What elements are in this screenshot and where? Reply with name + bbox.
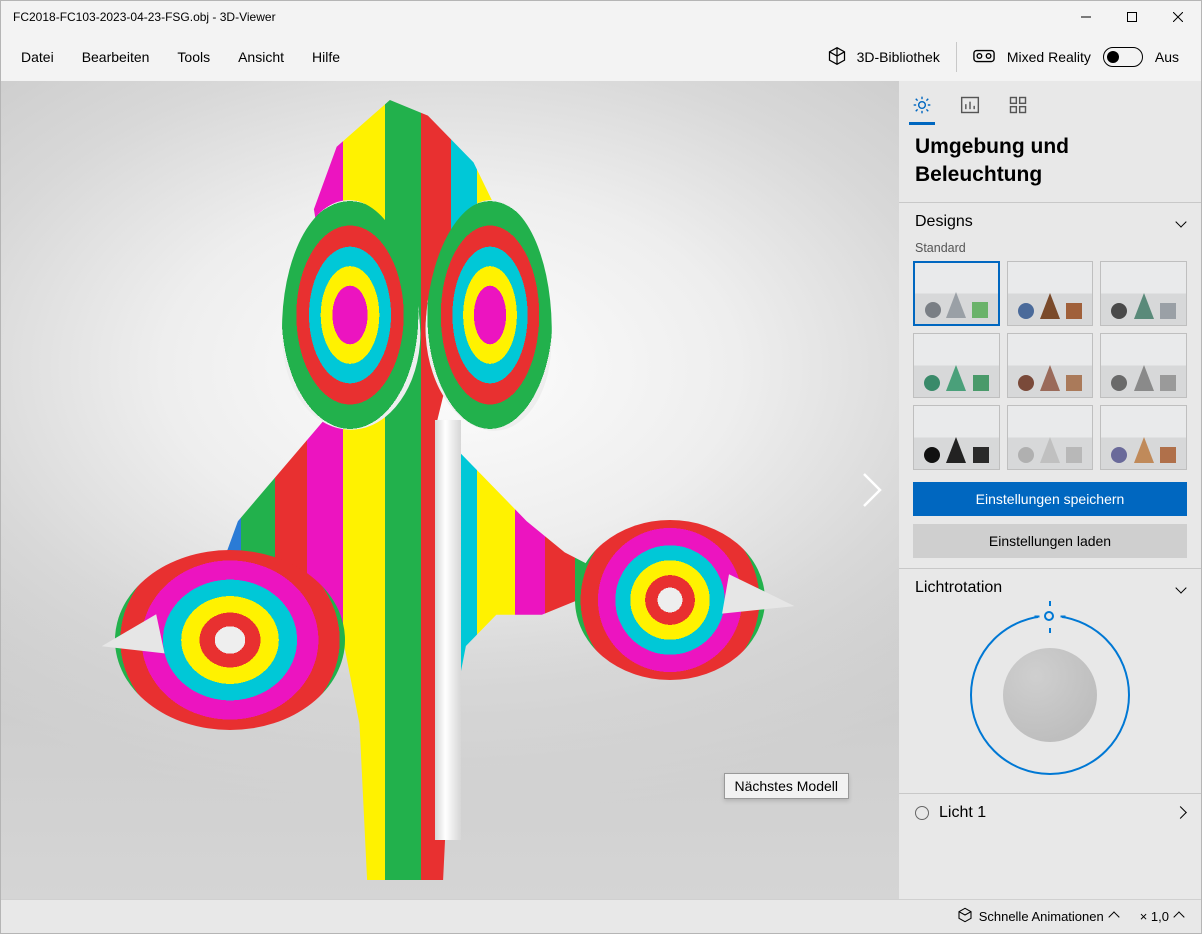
cube-small-icon xyxy=(957,907,973,926)
status-bar: Schnelle Animationen × 1,0 xyxy=(1,899,1201,933)
chevron-up-icon xyxy=(1175,909,1183,924)
design-thumb-6[interactable] xyxy=(1100,333,1187,398)
cube-icon xyxy=(827,46,847,69)
light-rotation-control[interactable] xyxy=(899,607,1201,793)
menu-file[interactable]: Datei xyxy=(7,43,68,71)
next-model-tooltip: Nächstes Modell xyxy=(724,773,850,799)
tab-stats[interactable] xyxy=(959,91,981,119)
zoom-menu[interactable]: × 1,0 xyxy=(1134,909,1189,924)
menu-help[interactable]: Hilfe xyxy=(298,43,354,71)
animations-label: Schnelle Animationen xyxy=(979,909,1104,924)
library-label: 3D-Bibliothek xyxy=(857,49,940,65)
sidebar-heading: Umgebung und Beleuchtung xyxy=(899,119,1201,202)
grid-icon xyxy=(1008,95,1028,115)
title-bar: FC2018-FC103-2023-04-23-FSG.obj - 3D-Vie… xyxy=(1,1,1201,33)
load-settings-button[interactable]: Einstellungen laden xyxy=(913,524,1187,558)
light-rotation-title: Lichtrotation xyxy=(915,579,1002,597)
section-designs: Designs Standard Einstellungen speichern… xyxy=(899,202,1201,568)
window-title: FC2018-FC103-2023-04-23-FSG.obj - 3D-Vie… xyxy=(1,10,1063,24)
animations-menu[interactable]: Schnelle Animationen xyxy=(951,907,1124,926)
app-window: FC2018-FC103-2023-04-23-FSG.obj - 3D-Vie… xyxy=(0,0,1202,934)
design-thumb-5[interactable] xyxy=(1007,333,1094,398)
design-thumb-1[interactable] xyxy=(913,261,1000,326)
light-rotation-knob[interactable] xyxy=(1003,648,1097,742)
tab-environment[interactable] xyxy=(911,91,933,119)
save-settings-button[interactable]: Einstellungen speichern xyxy=(913,482,1187,516)
model-object xyxy=(85,81,725,899)
sidebar-tabs xyxy=(899,81,1201,119)
sidebar-panel: Umgebung und Beleuchtung Designs Standar… xyxy=(899,81,1201,899)
stats-icon xyxy=(960,95,980,115)
light-1-radio[interactable] xyxy=(915,806,929,820)
chevron-up-icon xyxy=(1110,909,1118,924)
menu-bar: Datei Bearbeiten Tools Ansicht Hilfe 3D-… xyxy=(1,33,1201,81)
chevron-down-icon xyxy=(1177,579,1185,597)
design-thumb-8[interactable] xyxy=(1007,405,1094,470)
mixed-reality-label: Mixed Reality xyxy=(1007,49,1091,65)
next-model-button[interactable] xyxy=(857,460,887,520)
designs-header[interactable]: Designs xyxy=(899,203,1201,241)
close-button[interactable] xyxy=(1155,1,1201,33)
designs-subtitle: Standard xyxy=(899,241,1201,261)
mixed-reality-toggle[interactable] xyxy=(1103,47,1143,67)
design-thumb-9[interactable] xyxy=(1100,405,1187,470)
design-thumb-4[interactable] xyxy=(913,333,1000,398)
light-rotation-ring[interactable] xyxy=(970,615,1130,775)
chevron-right-icon xyxy=(860,470,884,510)
mixed-reality-group: Mixed Reality Aus xyxy=(956,42,1195,72)
tab-grid[interactable] xyxy=(1007,91,1029,119)
light-1-label: Licht 1 xyxy=(939,804,1166,822)
chevron-down-icon xyxy=(1177,213,1185,231)
designs-title: Designs xyxy=(915,213,973,231)
light-1-row[interactable]: Licht 1 xyxy=(899,793,1201,832)
library-button[interactable]: 3D-Bibliothek xyxy=(811,46,956,69)
design-thumb-2[interactable] xyxy=(1007,261,1094,326)
minimize-button[interactable] xyxy=(1063,1,1109,33)
zoom-label: × 1,0 xyxy=(1140,909,1169,924)
section-light-rotation: Lichtrotation xyxy=(899,568,1201,793)
designs-grid xyxy=(899,261,1201,482)
chevron-left-icon xyxy=(1176,804,1185,822)
design-thumb-3[interactable] xyxy=(1100,261,1187,326)
sun-icon xyxy=(912,95,932,115)
menu-tools[interactable]: Tools xyxy=(163,43,224,71)
menu-view[interactable]: Ansicht xyxy=(224,43,298,71)
maximize-button[interactable] xyxy=(1109,1,1155,33)
content-area: Nächstes Modell Umgebung und Beleuchtung… xyxy=(1,81,1201,899)
mixed-reality-state: Aus xyxy=(1155,49,1179,65)
headset-icon xyxy=(973,47,995,68)
design-thumb-7[interactable] xyxy=(913,405,1000,470)
menu-edit[interactable]: Bearbeiten xyxy=(68,43,164,71)
viewport-3d[interactable]: Nächstes Modell xyxy=(1,81,899,899)
sun-handle-icon[interactable] xyxy=(1038,605,1062,629)
